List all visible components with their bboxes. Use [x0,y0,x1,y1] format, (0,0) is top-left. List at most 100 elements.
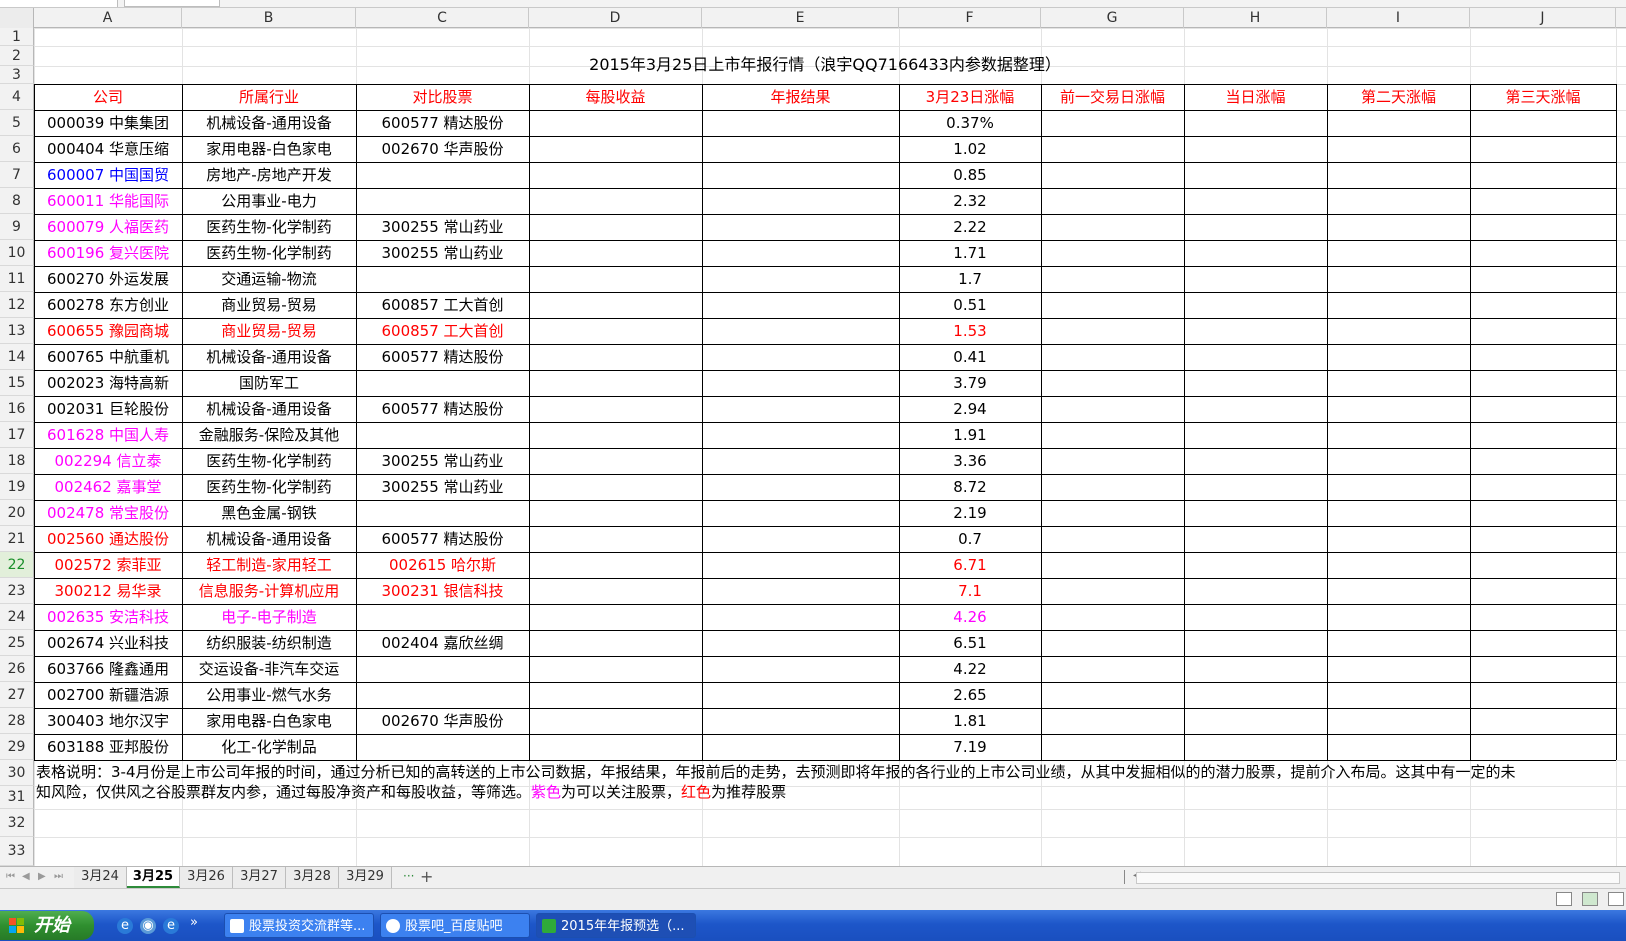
name-box[interactable] [0,0,118,7]
compare-stock-cell[interactable] [356,500,529,526]
row-header[interactable]: 25 [0,630,34,656]
compare-stock-cell[interactable] [356,604,529,630]
column-header-j[interactable]: J [1470,8,1616,28]
compare-stock-cell[interactable] [356,682,529,708]
industry-cell[interactable]: 机械设备-通用设备 [182,526,356,552]
taskbar-window-stock-group[interactable]: 股票投资交流群等... [224,913,374,938]
browser-quicklaunch-icon[interactable]: e [163,918,179,934]
sheet-tab-1[interactable]: 3月24 [74,867,127,888]
row-header[interactable]: 33 [0,837,34,866]
column-header-g[interactable]: G [1041,8,1184,28]
industry-cell[interactable]: 交运设备-非汽车交运 [182,656,356,682]
compare-stock-cell[interactable]: 002670 华声股份 [356,136,529,162]
change-0323-cell[interactable]: 4.26 [899,604,1041,630]
compare-stock-cell[interactable]: 300255 常山药业 [356,240,529,266]
company-cell[interactable]: 600011 华能国际 [34,188,182,214]
company-cell[interactable]: 603766 隆鑫通用 [34,656,182,682]
change-0323-cell[interactable]: 2.65 [899,682,1041,708]
row-header[interactable]: 12 [0,292,34,318]
change-0323-cell[interactable]: 0.85 [899,162,1041,188]
row-header[interactable]: 18 [0,448,34,474]
company-cell[interactable]: 600196 复兴医院 [34,240,182,266]
compare-stock-cell[interactable] [356,422,529,448]
row-header[interactable]: 10 [0,240,34,266]
industry-cell[interactable]: 轻工制造-家用轻工 [182,552,356,578]
change-0323-cell[interactable]: 1.7 [899,266,1041,292]
change-0323-cell[interactable]: 1.81 [899,708,1041,734]
industry-cell[interactable]: 机械设备-通用设备 [182,396,356,422]
compare-stock-cell[interactable]: 600577 精达股份 [356,344,529,370]
first-sheet-icon[interactable]: ⏮ [6,871,15,882]
company-cell[interactable]: 000404 华意压缩 [34,136,182,162]
compare-stock-cell[interactable] [356,162,529,188]
row-header[interactable]: 17 [0,422,34,448]
last-sheet-icon[interactable]: ⏭ [54,871,63,882]
change-0323-cell[interactable]: 1.53 [899,318,1041,344]
industry-cell[interactable]: 医药生物-化学制药 [182,240,356,266]
industry-cell[interactable]: 化工-化学制品 [182,734,356,760]
company-cell[interactable]: 600270 外运发展 [34,266,182,292]
company-cell[interactable]: 002572 索菲亚 [34,552,182,578]
industry-cell[interactable]: 家用电器-白色家电 [182,708,356,734]
compare-stock-cell[interactable]: 600857 工大首创 [356,292,529,318]
row-header[interactable]: 26 [0,656,34,682]
company-cell[interactable]: 601628 中国人寿 [34,422,182,448]
compare-stock-cell[interactable] [356,266,529,292]
company-cell[interactable]: 002462 嘉事堂 [34,474,182,500]
industry-cell[interactable]: 公用事业-燃气水务 [182,682,356,708]
change-0323-cell[interactable]: 0.7 [899,526,1041,552]
change-0323-cell[interactable]: 8.72 [899,474,1041,500]
change-0323-cell[interactable]: 6.51 [899,630,1041,656]
industry-cell[interactable]: 电子-电子制造 [182,604,356,630]
change-0323-cell[interactable]: 1.02 [899,136,1041,162]
sheet-tab-6[interactable]: 3月29 [339,867,392,888]
row-header[interactable]: 29 [0,734,34,760]
row-header[interactable]: 7 [0,162,34,188]
company-cell[interactable]: 002478 常宝股份 [34,500,182,526]
add-sheet-icon[interactable]: + [420,867,433,886]
chrome-quicklaunch-icon[interactable]: ◉ [140,918,156,934]
compare-stock-cell[interactable]: 002615 哈尔斯 [356,552,529,578]
industry-cell[interactable]: 医药生物-化学制药 [182,214,356,240]
compare-stock-cell[interactable] [356,656,529,682]
change-0323-cell[interactable]: 3.36 [899,448,1041,474]
compare-stock-cell[interactable] [356,370,529,396]
normal-view-icon[interactable] [1556,892,1572,906]
change-0323-cell[interactable]: 0.37% [899,110,1041,136]
row-header[interactable]: 30 [0,760,34,786]
industry-cell[interactable]: 黑色金属-钢铁 [182,500,356,526]
column-header-b[interactable]: B [182,8,356,28]
compare-stock-cell[interactable]: 600577 精达股份 [356,526,529,552]
industry-cell[interactable]: 家用电器-白色家电 [182,136,356,162]
change-0323-cell[interactable]: 2.94 [899,396,1041,422]
industry-cell[interactable]: 房地产-房地产开发 [182,162,356,188]
company-cell[interactable]: 002700 新疆浩源 [34,682,182,708]
column-header-i[interactable]: I [1327,8,1470,28]
compare-stock-cell[interactable]: 002670 华声股份 [356,708,529,734]
column-header-a[interactable]: A [34,8,182,28]
row-header[interactable]: 11 [0,266,34,292]
page-break-icon[interactable] [1608,892,1624,906]
change-0323-cell[interactable]: 3.79 [899,370,1041,396]
column-header-f[interactable]: F [899,8,1041,28]
compare-stock-cell[interactable]: 300255 常山药业 [356,214,529,240]
column-header-e[interactable]: E [702,8,899,28]
change-0323-cell[interactable]: 0.41 [899,344,1041,370]
industry-cell[interactable]: 机械设备-通用设备 [182,110,356,136]
company-cell[interactable]: 300212 易华录 [34,578,182,604]
change-0323-cell[interactable]: 0.51 [899,292,1041,318]
sheet-tab-5[interactable]: 3月28 [286,867,339,888]
row-header[interactable]: 4 [0,84,34,110]
industry-cell[interactable]: 商业贸易-贸易 [182,292,356,318]
industry-cell[interactable]: 公用事业-电力 [182,188,356,214]
company-cell[interactable]: 600079 人福医药 [34,214,182,240]
company-cell[interactable]: 002560 通达股份 [34,526,182,552]
row-header[interactable]: 13 [0,318,34,344]
industry-cell[interactable]: 信息服务-计算机应用 [182,578,356,604]
sheet-tab-3[interactable]: 3月26 [180,867,233,888]
row-header[interactable]: 20 [0,500,34,526]
row-header[interactable]: 22 [0,552,34,578]
compare-stock-cell[interactable] [356,188,529,214]
change-0323-cell[interactable]: 4.22 [899,656,1041,682]
sheet-tab-4[interactable]: 3月27 [233,867,286,888]
